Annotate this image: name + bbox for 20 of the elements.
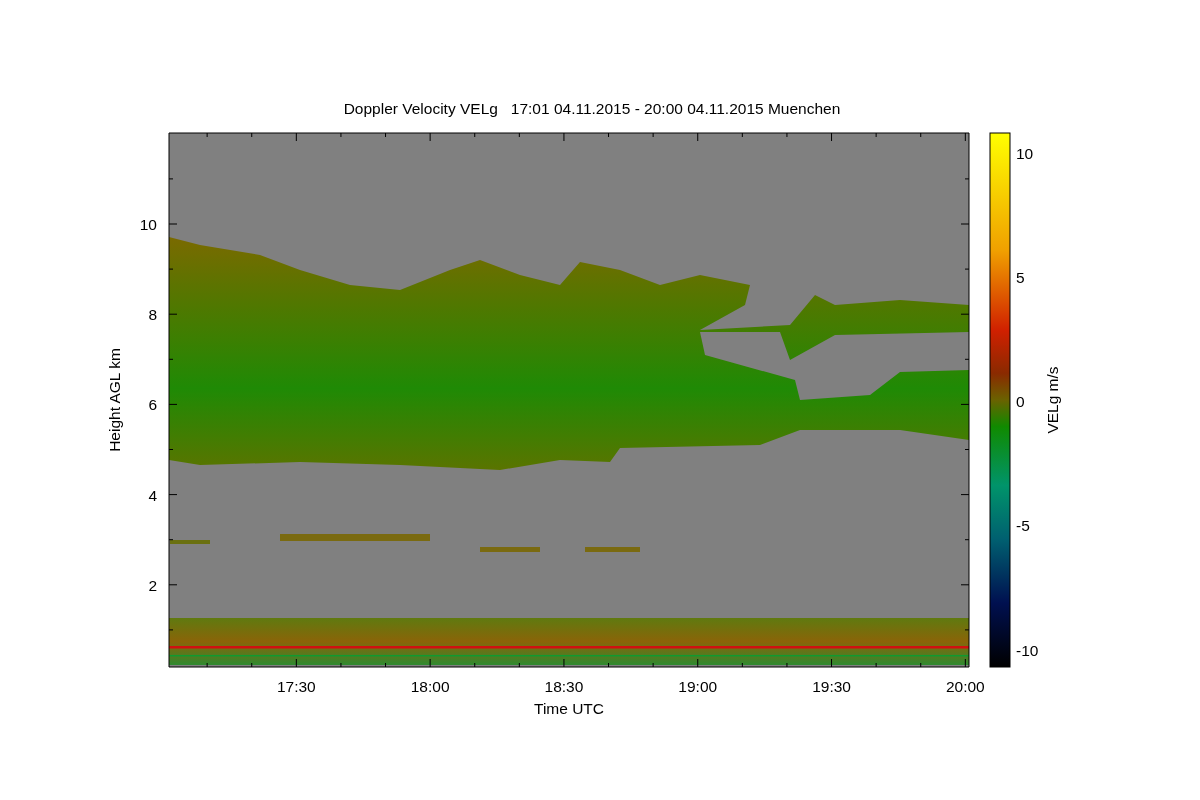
colorbar-label: VELg m/s: [1044, 366, 1061, 434]
x-tick-label: 20:00: [945, 678, 985, 695]
colorbar-tick-label: 0: [1016, 393, 1025, 410]
x-tick-label: 18:30: [544, 678, 584, 695]
x-tick-label: 17:30: [276, 678, 316, 695]
colorbar-tick-label: -5: [1016, 517, 1030, 535]
y-tick-label: 10: [139, 216, 157, 233]
x-axis-label: Time UTC: [534, 700, 604, 717]
x-tick-label: 19:00: [678, 678, 718, 695]
chart-title: Doppler Velocity VELg 17:01 04.11.2015 - 20:00 04.11.2015 Muenchen: [343, 100, 841, 117]
y-tick-label: 6: [148, 396, 157, 414]
colorbar-tick-label: 10: [1016, 144, 1034, 162]
y-axis-label: Height AGL km: [106, 348, 123, 452]
x-tick-label: 19:30: [812, 678, 851, 695]
y-tick-label: 4: [148, 486, 157, 504]
colorbar-tick-label: -10: [1016, 641, 1039, 659]
y-tick-label: 8: [148, 306, 157, 324]
x-tick-label: 18:00: [410, 678, 450, 695]
colorbar-tick-label: 5: [1016, 268, 1025, 286]
y-tick-label: 2: [148, 576, 157, 594]
